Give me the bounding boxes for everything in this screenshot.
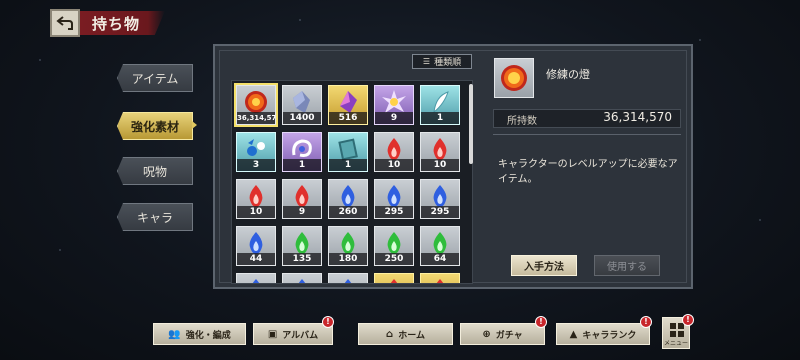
back-button[interactable] (50, 9, 80, 37)
item-slot[interactable]: 9 (282, 179, 322, 219)
nav-label: ガチャ (495, 330, 523, 341)
flame-red-icon (390, 279, 398, 283)
item-slot[interactable]: 1 (328, 132, 368, 172)
people-icon: 👥 (168, 328, 181, 340)
item-count: 180 (329, 253, 367, 265)
item-slot[interactable]: 295 (374, 179, 414, 219)
grid-scrollbar[interactable] (469, 84, 473, 164)
item-slot[interactable]: 10 (420, 132, 460, 172)
home-icon: ⌂ (386, 328, 394, 340)
item-count: 135 (283, 253, 321, 265)
item-grid[interactable]: 36,314,570140051691311101010926029529544… (231, 80, 473, 284)
item-count: 10 (237, 206, 275, 218)
album-icon: ▣ (267, 328, 278, 340)
item-count: 9 (375, 112, 413, 124)
tab-enhance-materials[interactable]: 強化素材 (117, 112, 193, 140)
owned-label: 所持数 (507, 116, 537, 127)
item-slot[interactable]: 135 (282, 226, 322, 266)
item-slot[interactable]: 295 (420, 179, 460, 219)
item-slot[interactable]: 516 (328, 85, 368, 125)
item-slot[interactable] (236, 273, 276, 283)
owned-value: 36,314,570 (603, 110, 672, 124)
detail-item-icon (494, 58, 534, 98)
item-slot[interactable]: 250 (374, 226, 414, 266)
item-slot[interactable]: 44 (236, 226, 276, 266)
item-count: 1 (329, 159, 367, 171)
nav-label: アルバム (282, 330, 319, 341)
tab-cursed-items[interactable]: 呪物 (117, 157, 193, 185)
item-slot[interactable]: 260 (328, 179, 368, 219)
active-tab-indicator-icon (192, 121, 197, 129)
item-count: 1 (421, 112, 459, 124)
flame-blue-icon (344, 279, 352, 283)
menu-label: メニュー (663, 340, 688, 347)
item-slot[interactable]: 1 (420, 85, 460, 125)
nav-label: キャラランク (582, 330, 637, 341)
nav-label: ホーム (398, 330, 425, 341)
acquire-method-button[interactable]: 入手方法 (511, 255, 577, 276)
nav-enhance-formation-button[interactable]: 👥 強化・編成 (153, 323, 246, 345)
nav-album-button[interactable]: ▣ アルバム (253, 323, 333, 345)
item-slot[interactable]: 180 (328, 226, 368, 266)
item-count: 10 (375, 159, 413, 171)
item-count: 44 (237, 253, 275, 265)
item-slot[interactable]: 1 (282, 132, 322, 172)
item-slot[interactable] (328, 273, 368, 283)
item-count: 250 (375, 253, 413, 265)
item-slot[interactable]: 3 (236, 132, 276, 172)
orb-fire-icon (501, 65, 527, 91)
sort-icon: ☰ (422, 57, 431, 66)
flame-blue-icon (252, 279, 260, 283)
notification-badge: ! (682, 314, 694, 326)
item-slot[interactable]: 10 (236, 179, 276, 219)
tab-character[interactable]: キャラ (117, 203, 193, 231)
item-slot[interactable]: 1400 (282, 85, 322, 125)
item-count: 64 (421, 253, 459, 265)
item-slot[interactable] (374, 273, 414, 283)
item-count: 1400 (283, 112, 321, 124)
item-count: 295 (421, 206, 459, 218)
gacha-icon: ⊕ (482, 328, 491, 340)
nav-home-button[interactable]: ⌂ ホーム (358, 323, 453, 345)
notification-badge: ! (322, 316, 334, 328)
item-count: 10 (421, 159, 459, 171)
sort-label: 種類順 (434, 58, 462, 68)
item-count: 1 (283, 159, 321, 171)
back-arrow-icon (56, 16, 73, 30)
item-slot[interactable]: 9 (374, 85, 414, 125)
item-slot[interactable] (420, 273, 460, 283)
flame-blue-icon (298, 279, 306, 283)
menu-grid-icon (670, 323, 684, 337)
item-slot[interactable]: 10 (374, 132, 414, 172)
item-count: 516 (329, 112, 367, 124)
divider (493, 134, 681, 135)
item-count: 9 (283, 206, 321, 218)
item-count: 260 (329, 206, 367, 218)
notification-badge: ! (535, 316, 547, 328)
tab-item[interactable]: アイテム (117, 64, 193, 92)
item-count: 295 (375, 206, 413, 218)
flame-red-icon (436, 279, 444, 283)
item-slot[interactable]: 36,314,570 (234, 83, 278, 127)
item-count: 3 (237, 159, 275, 171)
page-title: 持ち物 (92, 15, 141, 33)
nav-gacha-button[interactable]: ⊕ ガチャ (460, 323, 545, 345)
item-name: 修練の燈 (546, 68, 590, 81)
item-count: 36,314,570 (237, 112, 276, 124)
use-button[interactable]: 使用する (594, 255, 660, 276)
item-slot[interactable]: 64 (420, 226, 460, 266)
nav-character-rank-button[interactable]: ▲ キャラランク (556, 323, 650, 345)
rank-icon: ▲ (569, 328, 578, 340)
nav-label: 強化・編成 (185, 330, 231, 341)
item-slot[interactable] (282, 273, 322, 283)
item-description: キャラクターのレベルアップに必要なアイテム。 (498, 159, 678, 185)
notification-badge: ! (640, 316, 652, 328)
sort-button[interactable]: ☰ 種類順 (412, 54, 472, 69)
